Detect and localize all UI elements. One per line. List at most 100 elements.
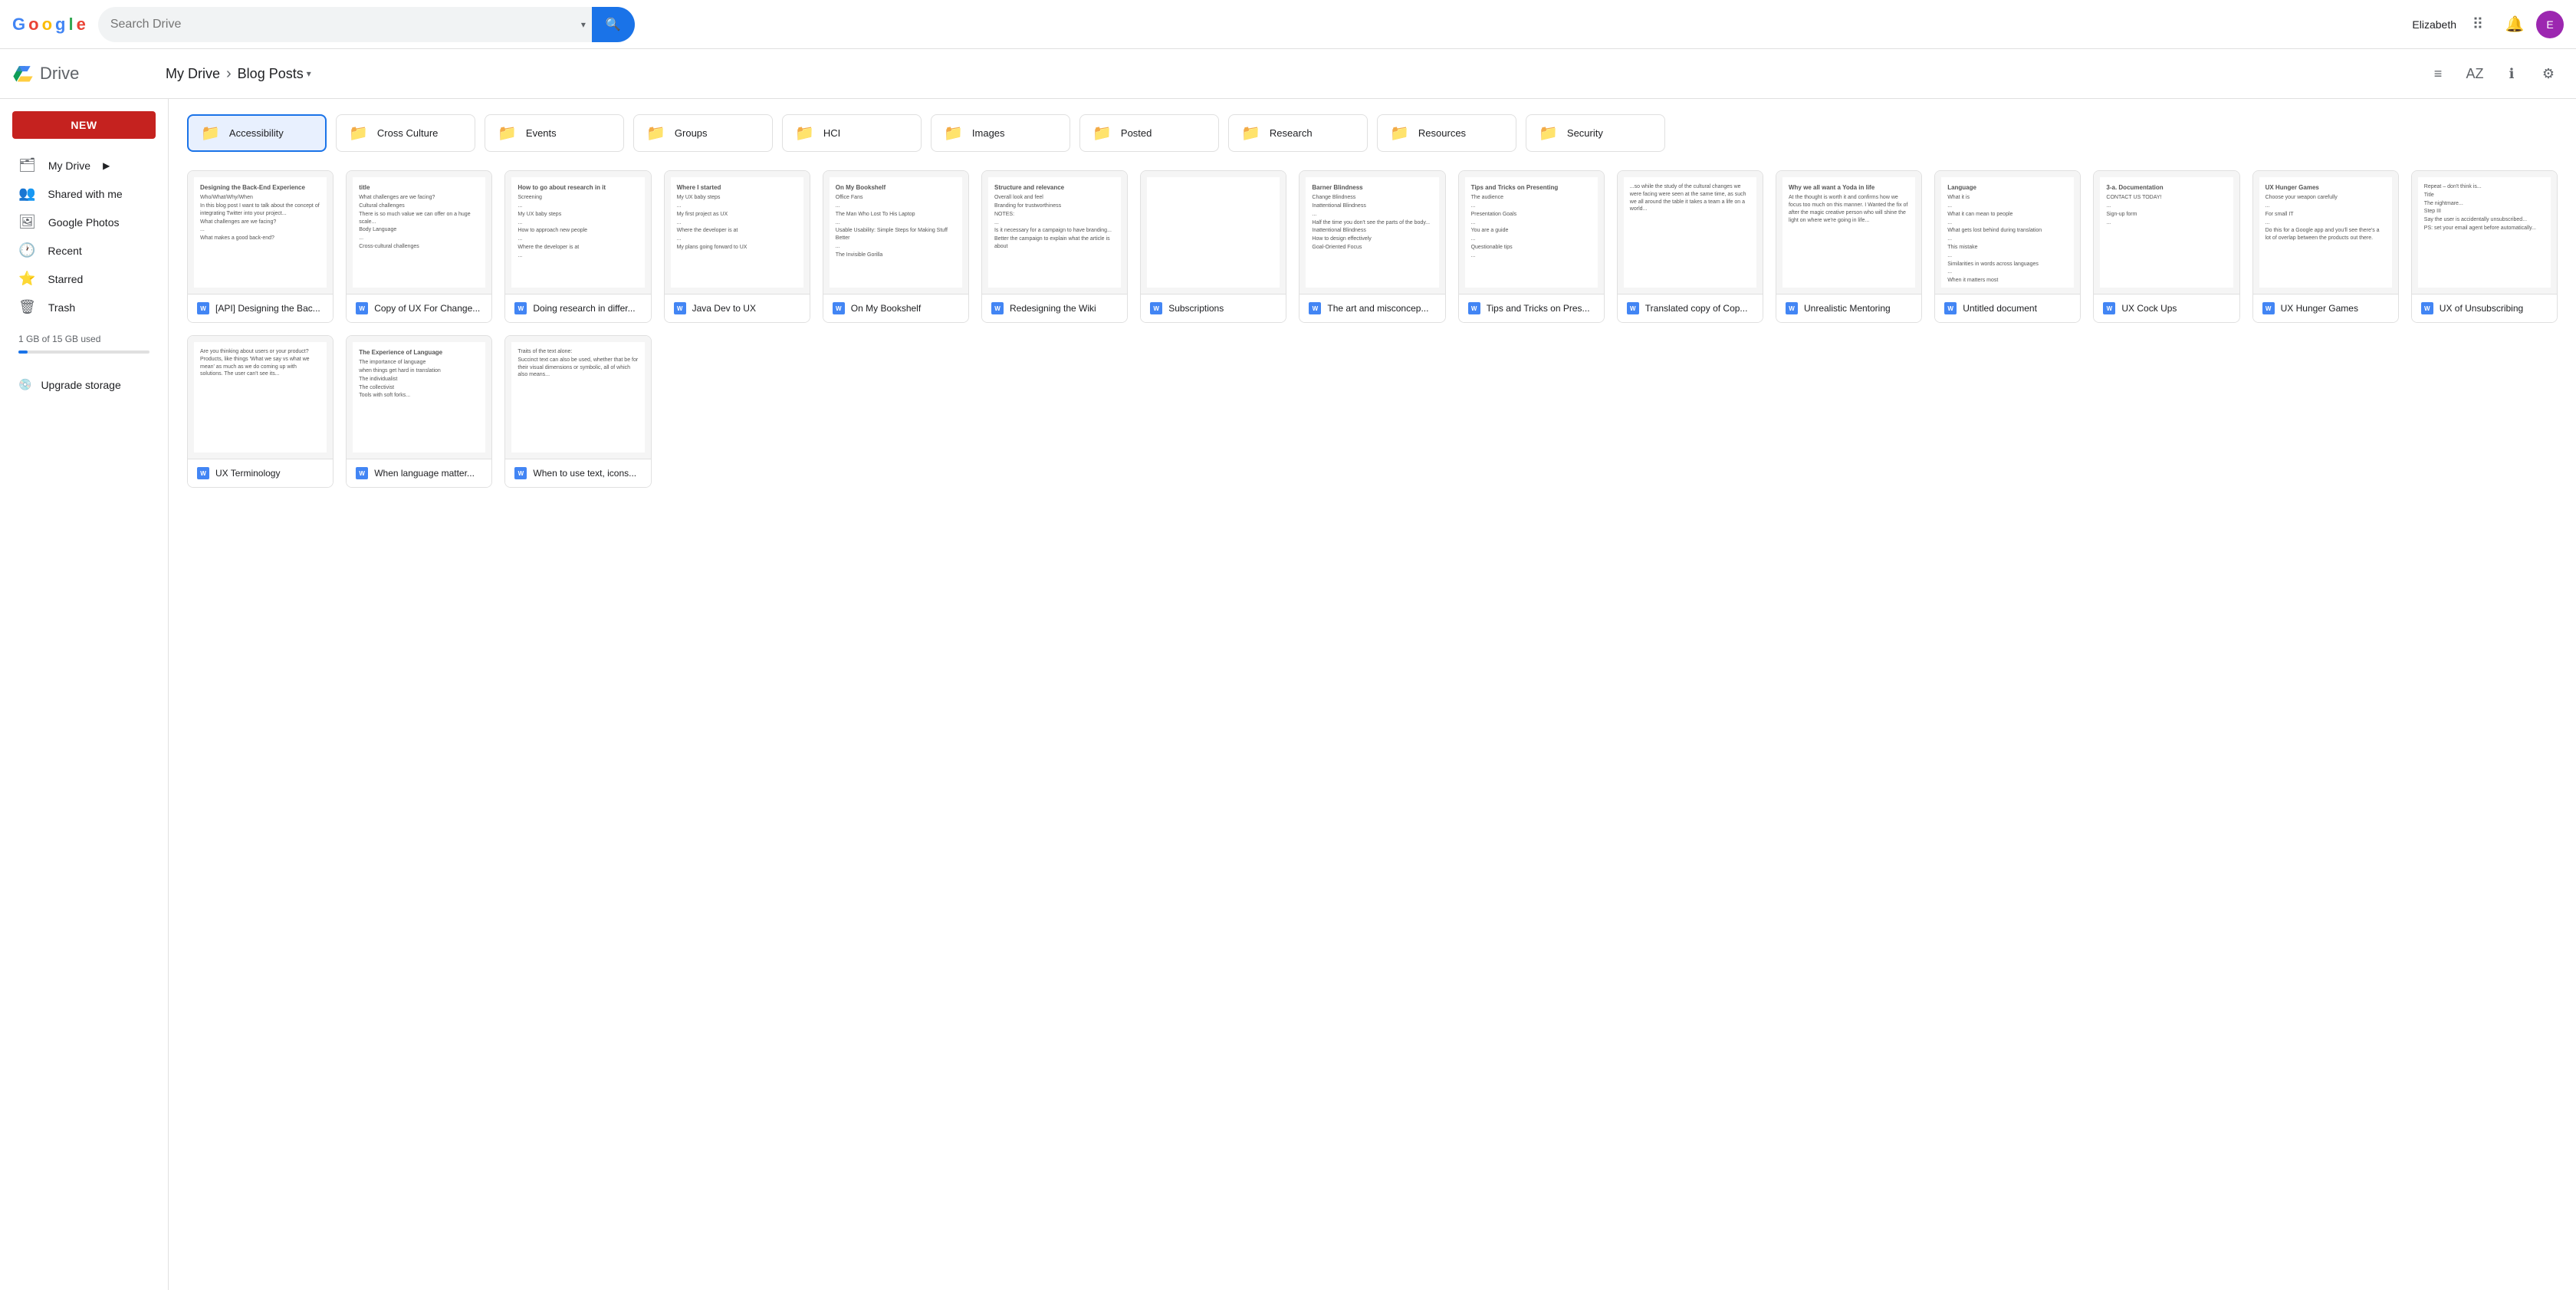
drive-icon: [12, 63, 34, 84]
folder-card[interactable]: 📁 Groups: [633, 114, 773, 152]
new-button[interactable]: NEW: [12, 111, 156, 139]
file-card[interactable]: Designing the Back-End Experience Who/Wh…: [187, 170, 334, 323]
file-preview-inner: 3-a. Documentation CONTACT US TODAY!...S…: [2100, 177, 2233, 288]
sidebar-item-recent[interactable]: 🕐 Recent: [0, 236, 156, 265]
folder-card[interactable]: 📁 Cross Culture: [336, 114, 475, 152]
sort-button[interactable]: AZ: [2459, 58, 2490, 89]
upgrade-icon: 💿: [18, 378, 31, 391]
file-card[interactable]: Where I started My UX baby steps...My fi…: [664, 170, 810, 323]
sidebar-item-trash[interactable]: 🗑 Trash: [0, 293, 156, 321]
file-card[interactable]: On My Bookshelf Office Fans...The Man Wh…: [823, 170, 969, 323]
file-preview: ...so while the study of the cultural ch…: [1618, 171, 1763, 294]
file-card[interactable]: W Subscriptions: [1140, 170, 1286, 323]
file-label: W Translated copy of Cop...: [1618, 294, 1763, 322]
file-label: W When to use text, icons...: [505, 459, 650, 487]
file-card[interactable]: Why we all want a Yoda in life At the th…: [1776, 170, 1922, 323]
file-preview: Why we all want a Yoda in life At the th…: [1776, 171, 1921, 294]
file-doc-icon: W: [674, 302, 686, 314]
file-preview-inner: UX Hunger Games Choose your weapon caref…: [2259, 177, 2392, 288]
file-doc-icon: W: [833, 302, 845, 314]
file-name: On My Bookshelf: [851, 303, 959, 314]
sidebar-item-photos[interactable]: 🖼 Google Photos: [0, 208, 156, 236]
file-name: Translated copy of Cop...: [1645, 303, 1753, 314]
folder-card[interactable]: 📁 Posted: [1079, 114, 1219, 152]
breadcrumb-current[interactable]: Blog Posts ▾: [238, 66, 311, 82]
file-label: W Java Dev to UX: [665, 294, 810, 322]
file-card[interactable]: Repeat – don't think is...TitleThe night…: [2411, 170, 2558, 323]
file-name: UX Cock Ups: [2121, 303, 2229, 314]
notifications-button[interactable]: 🔔: [2499, 9, 2530, 40]
file-card[interactable]: Language What it is...What it can mean t…: [1934, 170, 2081, 323]
file-card[interactable]: UX Hunger Games Choose your weapon caref…: [2252, 170, 2399, 323]
view-options: ≡ AZ ℹ ⚙: [2423, 58, 2564, 89]
file-preview: title What challenges are we facing?Cult…: [347, 171, 491, 294]
settings-button[interactable]: ⚙: [2533, 58, 2564, 89]
file-label: W Doing research in differ...: [505, 294, 650, 322]
search-bar: ▾ 🔍: [98, 7, 635, 42]
sidebar: NEW 🗂 My Drive ▶ 👥 Shared with me 🖼 Goog…: [0, 99, 169, 1290]
sidebar-item-label: My Drive: [48, 160, 90, 172]
file-preview-inner: Tips and Tricks on Presenting The audien…: [1465, 177, 1598, 288]
breadcrumb-root[interactable]: My Drive: [166, 66, 220, 82]
folder-name: Cross Culture: [377, 127, 438, 139]
folder-card[interactable]: 📁 Research: [1228, 114, 1368, 152]
file-card[interactable]: Tips and Tricks on Presenting The audien…: [1458, 170, 1605, 323]
breadcrumb: My Drive › Blog Posts ▾: [166, 65, 2423, 83]
file-card[interactable]: Barner Blindness Change BlindnessInatten…: [1299, 170, 1445, 323]
file-preview: Tips and Tricks on Presenting The audien…: [1459, 171, 1604, 294]
file-card[interactable]: 3-a. Documentation CONTACT US TODAY!...S…: [2093, 170, 2239, 323]
list-view-button[interactable]: ≡: [2423, 58, 2453, 89]
folder-name: Groups: [675, 127, 708, 139]
sidebar-item-label: Google Photos: [48, 216, 120, 229]
avatar[interactable]: E: [2536, 11, 2564, 38]
sidebar-item-label: Trash: [48, 301, 75, 314]
apps-button[interactable]: ⠿: [2463, 9, 2493, 40]
file-label: W When language matter...: [347, 459, 491, 487]
sidebar-item-shared[interactable]: 👥 Shared with me: [0, 179, 156, 208]
file-name: [API] Designing the Bac...: [215, 303, 324, 314]
file-preview-inner: Traits of the text alone:Succinct text c…: [511, 342, 644, 452]
search-input[interactable]: [110, 18, 575, 31]
file-card[interactable]: The Experience of Language The importanc…: [346, 335, 492, 488]
breadcrumb-separator-icon: ›: [226, 65, 232, 83]
recent-icon: 🕐: [18, 242, 35, 258]
file-preview: How to go about research in it Screening…: [505, 171, 650, 294]
file-doc-icon: W: [514, 467, 527, 479]
search-button[interactable]: 🔍: [592, 7, 635, 42]
file-preview: Repeat – don't think is...TitleThe night…: [2412, 171, 2557, 294]
folder-name: Accessibility: [229, 127, 284, 139]
file-card[interactable]: Are you thinking about users or your pro…: [187, 335, 334, 488]
folder-name: HCI: [823, 127, 840, 139]
folder-card[interactable]: 📁 Resources: [1377, 114, 1516, 152]
upgrade-storage-button[interactable]: 💿 Upgrade storage: [0, 372, 168, 397]
folder-card[interactable]: 📁 HCI: [782, 114, 922, 152]
folder-card[interactable]: 📁 Security: [1526, 114, 1665, 152]
file-preview: Are you thinking about users or your pro…: [188, 336, 333, 459]
drive-title: Drive: [40, 64, 79, 84]
folder-card[interactable]: 📁 Events: [485, 114, 624, 152]
info-button[interactable]: ℹ: [2496, 58, 2527, 89]
sidebar-item-my-drive[interactable]: 🗂 My Drive ▶: [0, 151, 156, 179]
file-card[interactable]: title What challenges are we facing?Cult…: [346, 170, 492, 323]
file-name: Unrealistic Mentoring: [1804, 303, 1912, 314]
folder-card[interactable]: 📁 Images: [931, 114, 1070, 152]
file-name: When language matter...: [374, 468, 482, 479]
sidebar-item-label: Recent: [48, 245, 81, 257]
folder-icon: 📁: [201, 123, 220, 143]
file-doc-icon: W: [991, 302, 1004, 314]
search-chevron-icon[interactable]: ▾: [581, 19, 586, 30]
file-label: W UX Hunger Games: [2253, 294, 2398, 322]
sidebar-item-starred[interactable]: ⭐ Starred: [0, 265, 156, 293]
storage-fill: [18, 350, 28, 354]
list-view-icon: ≡: [2434, 66, 2443, 82]
my-drive-icon: 🗂: [18, 157, 36, 173]
file-name: UX of Unsubscribing: [2440, 303, 2548, 314]
folder-card[interactable]: 📁 Accessibility: [187, 114, 327, 152]
file-card[interactable]: Structure and relevance Overall look and…: [981, 170, 1128, 323]
file-card[interactable]: Traits of the text alone:Succinct text c…: [504, 335, 651, 488]
file-card[interactable]: ...so while the study of the cultural ch…: [1617, 170, 1763, 323]
file-preview: [1141, 171, 1286, 294]
file-card[interactable]: How to go about research in it Screening…: [504, 170, 651, 323]
file-doc-icon: W: [197, 302, 209, 314]
file-preview: Structure and relevance Overall look and…: [982, 171, 1127, 294]
